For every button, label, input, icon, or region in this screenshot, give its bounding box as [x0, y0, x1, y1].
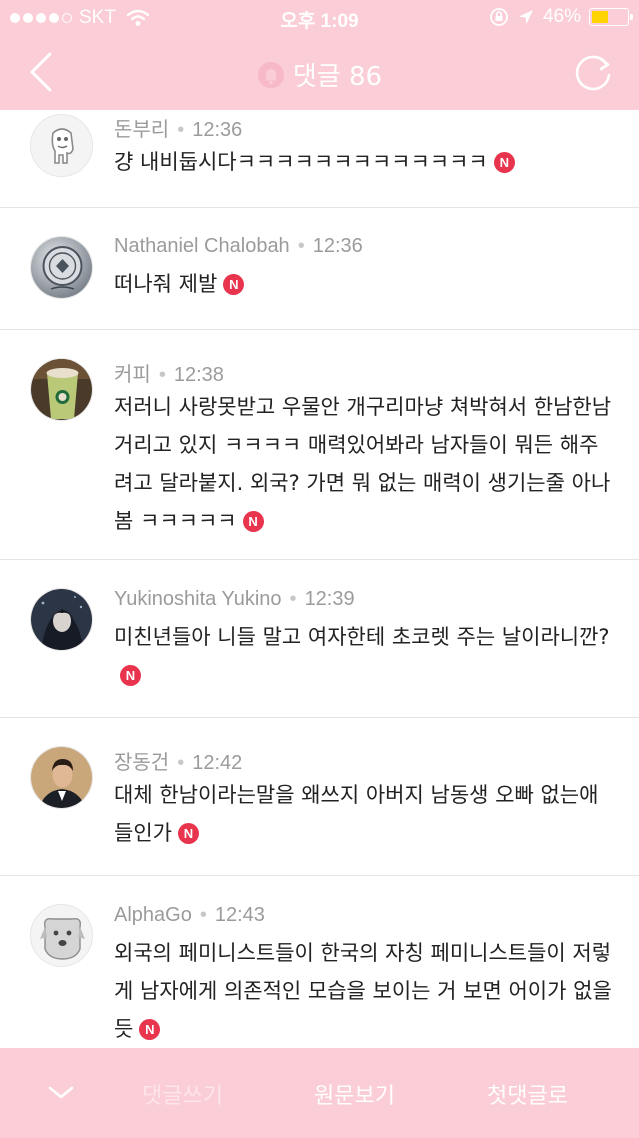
- comment-body: 외국의 페미니스트들이 한국의 자칭 페미니스트들이 저렇게 남자에게 의존적인…: [114, 941, 612, 1041]
- location-arrow-icon: [518, 10, 533, 24]
- new-badge: N: [493, 152, 515, 173]
- avatar[interactable]: [30, 904, 93, 967]
- battery-percent: 46%: [542, 6, 581, 27]
- comment-meta: 커피 • 12:38: [114, 364, 224, 386]
- comment-item[interactable]: 돈부리 • 12:36 걍 내비둡시다ㅋㅋㅋㅋㅋㅋㅋㅋㅋㅋㅋㅋㅋ N: [0, 110, 639, 208]
- bottom-toolbar: 댓글쓰기 원문보기 첫댓글로: [0, 1048, 639, 1138]
- comment-author[interactable]: Nathaniel Chalobah: [114, 235, 290, 257]
- man-portrait-icon: [31, 747, 92, 808]
- anime-girl-icon: [31, 589, 92, 650]
- comment-time: 12:42: [192, 752, 243, 774]
- comment-author[interactable]: 돈부리: [114, 119, 169, 141]
- refresh-icon: [575, 55, 611, 91]
- avatar[interactable]: [30, 746, 93, 809]
- battery-icon: [589, 8, 633, 26]
- comment-author[interactable]: AlphaGo: [114, 904, 192, 926]
- comment-time: 12:36: [312, 235, 363, 257]
- new-badge: N: [223, 274, 245, 295]
- comment-body: 떠나줘 제발: [114, 272, 218, 296]
- rotation-lock-icon: [490, 8, 508, 26]
- comment-item[interactable]: 장동건 • 12:42 대체 한남이라는말을 왜쓰지 아버지 남동생 오빠 없는애들…: [0, 718, 639, 876]
- comment-item[interactable]: Nathaniel Chalobah • 12:36 떠나줘 제발 N: [0, 208, 639, 330]
- comment-text: 대체 한남이라는말을 왜쓰지 아버지 남동생 오빠 없는애들인가 N: [114, 776, 615, 852]
- comment-meta: 장동건 • 12:42: [114, 752, 243, 774]
- comment-body: 걍 내비둡시다ㅋㅋㅋㅋㅋㅋㅋㅋㅋㅋㅋㅋㅋ: [114, 150, 488, 174]
- comment-author[interactable]: 커피: [114, 364, 151, 386]
- refresh-button[interactable]: [571, 51, 615, 95]
- new-badge: N: [177, 823, 199, 844]
- avatar[interactable]: [30, 114, 93, 177]
- chevron-down-icon: [48, 1086, 74, 1099]
- bell-icon[interactable]: [257, 61, 285, 89]
- cartoon-dog-icon: [31, 905, 92, 966]
- comment-list: 돈부리 • 12:36 걍 내비둡시다ㅋㅋㅋㅋㅋㅋㅋㅋㅋㅋㅋㅋㅋ N Nathanie…: [0, 110, 639, 1048]
- comment-time: 12:39: [304, 588, 355, 610]
- comment-author[interactable]: 장동건: [114, 752, 169, 774]
- comment-text: 떠나줘 제발 N: [114, 265, 615, 303]
- comment-text: 미친년들아 니들 말고 여자한테 초코렛 주는 날이라니깐? N: [114, 618, 615, 694]
- comment-meta: Yukinoshita Yukino • 12:39: [114, 588, 355, 610]
- comment-item[interactable]: AlphaGo • 12:43 외국의 페미니스트들이 한국의 자칭 페미니스트들이…: [0, 876, 639, 1048]
- page-title: 댓글 86: [0, 56, 639, 96]
- comment-time: 12:36: [192, 119, 243, 141]
- status-right: 46%: [489, 6, 633, 28]
- comment-author[interactable]: Yukinoshita Yukino: [114, 588, 282, 610]
- comment-item[interactable]: 커피 • 12:38 저러니 사랑못받고 우물안 개구리마냥 쳐박혀서 한남한남 거…: [0, 330, 639, 560]
- new-badge: N: [242, 511, 264, 532]
- comment-text: 걍 내비둡시다ㅋㅋㅋㅋㅋㅋㅋㅋㅋㅋㅋㅋㅋ N: [114, 143, 615, 181]
- comment-body: 미친년들아 니들 말고 여자한테 초코렛 주는 날이라니깐?: [114, 625, 610, 649]
- status-bar: SKT 오후 1:09 46%: [0, 0, 639, 36]
- new-badge: N: [120, 665, 141, 686]
- comment-meta: Nathaniel Chalobah • 12:36: [114, 235, 363, 257]
- comment-text: 저러니 사랑못받고 우물안 개구리마냥 쳐박혀서 한남한남 거리고 있지 ㅋㅋㅋ…: [114, 388, 615, 540]
- new-badge: N: [139, 1019, 161, 1040]
- comment-meta: AlphaGo • 12:43: [114, 904, 265, 926]
- avatar[interactable]: [30, 588, 93, 651]
- app-header: SKT 오후 1:09 46% 댓글 86: [0, 0, 639, 110]
- nav-bar: 댓글 86: [0, 36, 639, 110]
- comment-text: 외국의 페미니스트들이 한국의 자칭 페미니스트들이 저렇게 남자에게 의존적인…: [114, 934, 615, 1048]
- cartoon-character-icon: [31, 115, 92, 176]
- club-crest-icon: [31, 237, 92, 298]
- comment-meta: 돈부리 • 12:36: [114, 119, 243, 141]
- comment-body: 저러니 사랑못받고 우물안 개구리마냥 쳐박혀서 한남한남 거리고 있지 ㅋㅋㅋ…: [114, 395, 612, 533]
- collapse-button[interactable]: [46, 1080, 76, 1104]
- write-comment-button[interactable]: 댓글쓰기: [142, 1078, 223, 1110]
- coffee-drink-icon: [31, 359, 92, 420]
- comment-count-title: 댓글 86: [292, 62, 383, 92]
- comment-item[interactable]: Yukinoshita Yukino • 12:39 미친년들아 니들 말고 여자한…: [0, 560, 639, 718]
- avatar[interactable]: [30, 358, 93, 421]
- first-comment-button[interactable]: 첫댓글로: [487, 1078, 568, 1110]
- avatar[interactable]: [30, 236, 93, 299]
- view-original-button[interactable]: 원문보기: [314, 1078, 395, 1110]
- comment-time: 12:38: [173, 364, 224, 386]
- comment-time: 12:43: [214, 904, 265, 926]
